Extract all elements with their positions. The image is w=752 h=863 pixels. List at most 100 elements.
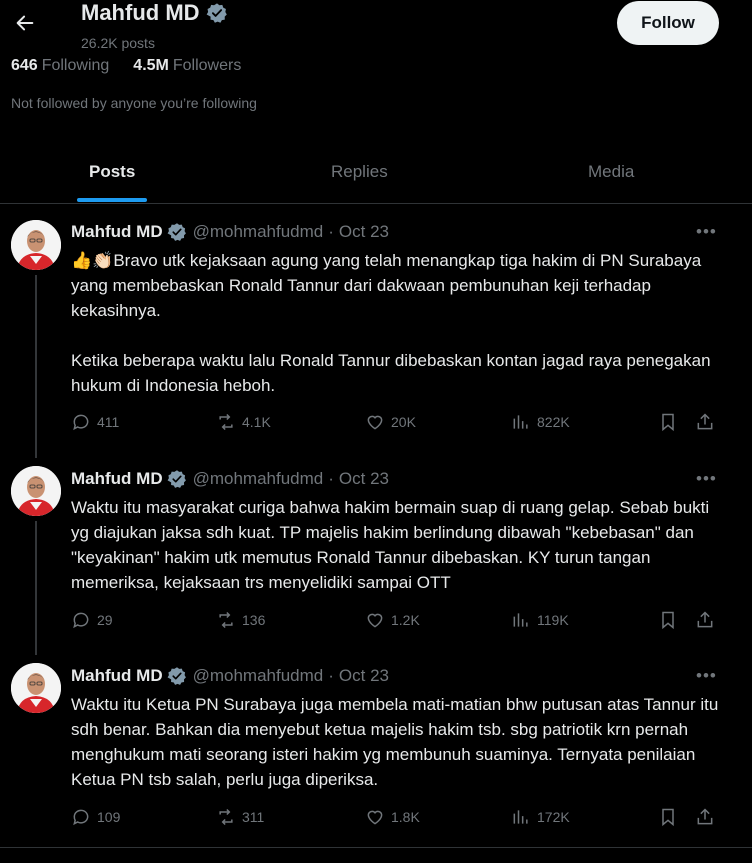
back-button[interactable] [10, 8, 40, 38]
bar-chart-icon [513, 613, 528, 627]
share-button[interactable] [695, 807, 715, 827]
repost-button[interactable]: 311 [216, 807, 264, 827]
tweet-author-handle[interactable]: @mohmahfudmd [193, 666, 324, 686]
tab-media[interactable]: Media [588, 162, 634, 182]
tweet-author-name[interactable]: Mahfud MD [71, 469, 163, 489]
repost-button[interactable]: 136 [216, 610, 265, 630]
tweet-body: Waktu itu masyarakat curiga bahwa hakim … [71, 498, 714, 592]
views-button[interactable]: 822K [511, 412, 570, 432]
avatar-image [11, 663, 61, 713]
bookmark-button[interactable] [658, 807, 678, 827]
more-options-icon[interactable]: ••• [696, 666, 717, 686]
tab-replies[interactable]: Replies [331, 162, 388, 182]
like-count: 1.2K [391, 612, 420, 628]
avatar-image [11, 466, 61, 516]
verified-badge-icon [167, 667, 186, 685]
bar-chart-icon [513, 810, 528, 824]
share-icon [697, 611, 713, 628]
heart-icon [367, 810, 383, 825]
reply-count: 29 [97, 612, 113, 628]
repost-count: 311 [242, 809, 265, 825]
separator-dot: · [328, 666, 334, 685]
bookmark-button[interactable] [658, 412, 678, 432]
avatar[interactable] [11, 220, 61, 270]
separator-dot: · [328, 469, 334, 488]
tab-posts[interactable]: Posts [89, 162, 135, 182]
reply-icon [73, 612, 89, 629]
avatar[interactable] [11, 466, 61, 516]
reply-button[interactable]: 29 [71, 610, 113, 630]
active-tab-indicator [77, 198, 147, 202]
tweet-date[interactable]: Oct 23 [339, 222, 389, 242]
view-count: 822K [537, 414, 570, 430]
following-link[interactable]: 646 Following [11, 57, 109, 75]
view-count: 172K [537, 809, 570, 825]
followers-count: 4.5M [133, 57, 169, 74]
tweet-emoji: 👍👏🏻 [71, 251, 114, 270]
bookmark-button[interactable] [658, 610, 678, 630]
following-label: Following [41, 57, 110, 74]
repost-icon [219, 413, 233, 431]
share-button[interactable] [695, 412, 715, 432]
reply-button[interactable]: 411 [71, 412, 119, 432]
follow-stats: 646 Following 4.5M Followers [11, 57, 241, 75]
tweet[interactable]: Mahfud MD @mohmahfudmd · Oct 23 ••• Wakt… [0, 458, 752, 655]
bookmark-icon [662, 413, 674, 432]
verified-badge-icon [167, 223, 186, 241]
reply-icon [73, 809, 89, 826]
tweet-date[interactable]: Oct 23 [339, 666, 389, 686]
tweet-header: Mahfud MD @mohmahfudmd · Oct 23 [71, 666, 389, 686]
repost-count: 4.1K [242, 414, 271, 430]
reply-icon [73, 414, 89, 431]
thread-line [35, 275, 37, 458]
profile-header: Mahfud MD 26.2K posts Follow 646 Followin… [0, 0, 752, 210]
verified-badge-icon [206, 3, 227, 23]
more-options-icon[interactable]: ••• [696, 469, 717, 489]
tweet[interactable]: Mahfud MD @mohmahfudmd · Oct 23 ••• 👍👏🏻B… [0, 205, 752, 458]
verified-badge-icon [167, 470, 186, 488]
bookmark-icon [662, 611, 674, 630]
share-button[interactable] [695, 610, 715, 630]
like-button[interactable]: 1.8K [365, 807, 420, 827]
avatar-image [11, 220, 61, 270]
profile-name-text: Mahfud MD [81, 0, 200, 25]
tweet-actions: 109 311 1.8K 172K [71, 807, 721, 833]
separator-dot: · [328, 222, 334, 241]
share-icon [697, 413, 713, 430]
tweet-date[interactable]: Oct 23 [339, 469, 389, 489]
tweet-author-name[interactable]: Mahfud MD [71, 222, 163, 242]
arrow-left-icon [16, 15, 34, 31]
tweet-actions: 29 136 1.2K 119K [71, 610, 721, 636]
tweet-author-name[interactable]: Mahfud MD [71, 666, 163, 686]
thread-line [35, 521, 37, 655]
repost-icon [219, 808, 233, 826]
more-options-icon[interactable]: ••• [696, 222, 717, 242]
views-button[interactable]: 119K [511, 610, 569, 630]
views-button[interactable]: 172K [511, 807, 570, 827]
like-count: 20K [391, 414, 416, 430]
profile-tabs: Posts Replies Media [0, 142, 752, 204]
follow-button[interactable]: Follow [617, 1, 719, 45]
like-button[interactable]: 1.2K [365, 610, 420, 630]
tweet-body: Waktu itu Ketua PN Surabaya juga membela… [71, 695, 724, 789]
tweet-divider [0, 847, 752, 848]
repost-icon [219, 611, 233, 629]
tweet-actions: 411 4.1K 20K 822K [71, 412, 721, 438]
repost-button[interactable]: 4.1K [216, 412, 271, 432]
like-button[interactable]: 20K [365, 412, 416, 432]
followers-link[interactable]: 4.5M Followers [133, 57, 241, 75]
tweet-body: Bravo utk kejaksaan agung yang telah men… [71, 251, 711, 395]
tweet-text: 👍👏🏻Bravo utk kejaksaan agung yang telah … [71, 248, 721, 398]
heart-icon [367, 613, 383, 628]
following-count: 646 [11, 57, 38, 74]
profile-name: Mahfud MD [81, 0, 228, 26]
tweet-header: Mahfud MD @mohmahfudmd · Oct 23 [71, 469, 389, 489]
tweet-author-handle[interactable]: @mohmahfudmd [193, 222, 324, 242]
bar-chart-icon [513, 415, 528, 429]
tweet[interactable]: Mahfud MD @mohmahfudmd · Oct 23 ••• Wakt… [0, 655, 752, 845]
not-followed-note: Not followed by anyone you’re following [11, 95, 257, 111]
tweet-author-handle[interactable]: @mohmahfudmd [193, 469, 324, 489]
reply-button[interactable]: 109 [71, 807, 120, 827]
avatar[interactable] [11, 663, 61, 713]
like-count: 1.8K [391, 809, 420, 825]
